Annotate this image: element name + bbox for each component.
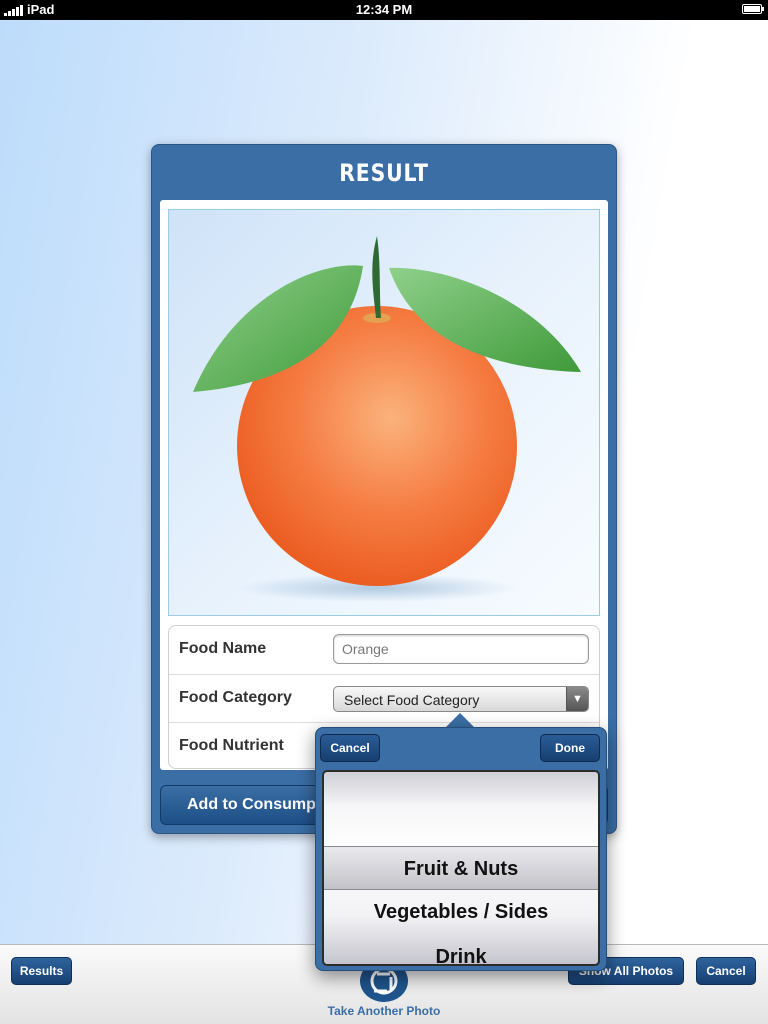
dropdown-arrow-icon: ▼ — [566, 687, 588, 711]
food-name-input[interactable]: Orange — [333, 634, 589, 664]
food-category-row: Food Category Select Food Category ▼ — [169, 674, 599, 722]
take-another-photo-label: Take Another Photo — [327, 1004, 441, 1018]
results-button[interactable]: Results — [11, 957, 72, 985]
food-nutrient-label: Food Nutrient — [179, 737, 284, 754]
category-picker-wheel[interactable]: Fruit & Nuts Vegetables / Sides Drink — [322, 770, 600, 966]
orange-image — [193, 236, 581, 602]
cancel-button[interactable]: Cancel — [696, 957, 756, 985]
picker-done-button[interactable]: Done — [540, 734, 600, 762]
status-bar: iPad 12:34 PM — [0, 0, 768, 20]
food-name-row: Food Name Orange — [169, 626, 599, 674]
food-category-label: Food Category — [179, 689, 292, 706]
card-content: Food Name Orange Food Category Select Fo… — [160, 200, 608, 770]
food-name-label: Food Name — [179, 640, 267, 657]
clock: 12:34 PM — [355, 2, 413, 17]
picker-option-selected[interactable]: Fruit & Nuts — [324, 846, 598, 890]
food-category-value: Select Food Category — [344, 692, 480, 708]
picker-option[interactable]: Drink — [324, 935, 598, 964]
battery-icon — [742, 4, 764, 14]
food-category-select[interactable]: Select Food Category ▼ — [333, 686, 589, 712]
picker-cancel-button[interactable]: Cancel — [320, 734, 380, 762]
picker-option[interactable]: Vegetables / Sides — [324, 890, 598, 934]
card-title: RESULT — [339, 159, 429, 187]
picker-option[interactable] — [324, 772, 598, 816]
category-picker-popover: Cancel Done Fruit & Nuts Vegetables / Si… — [315, 727, 607, 971]
food-photo — [168, 209, 600, 616]
popover-arrow — [445, 713, 475, 728]
